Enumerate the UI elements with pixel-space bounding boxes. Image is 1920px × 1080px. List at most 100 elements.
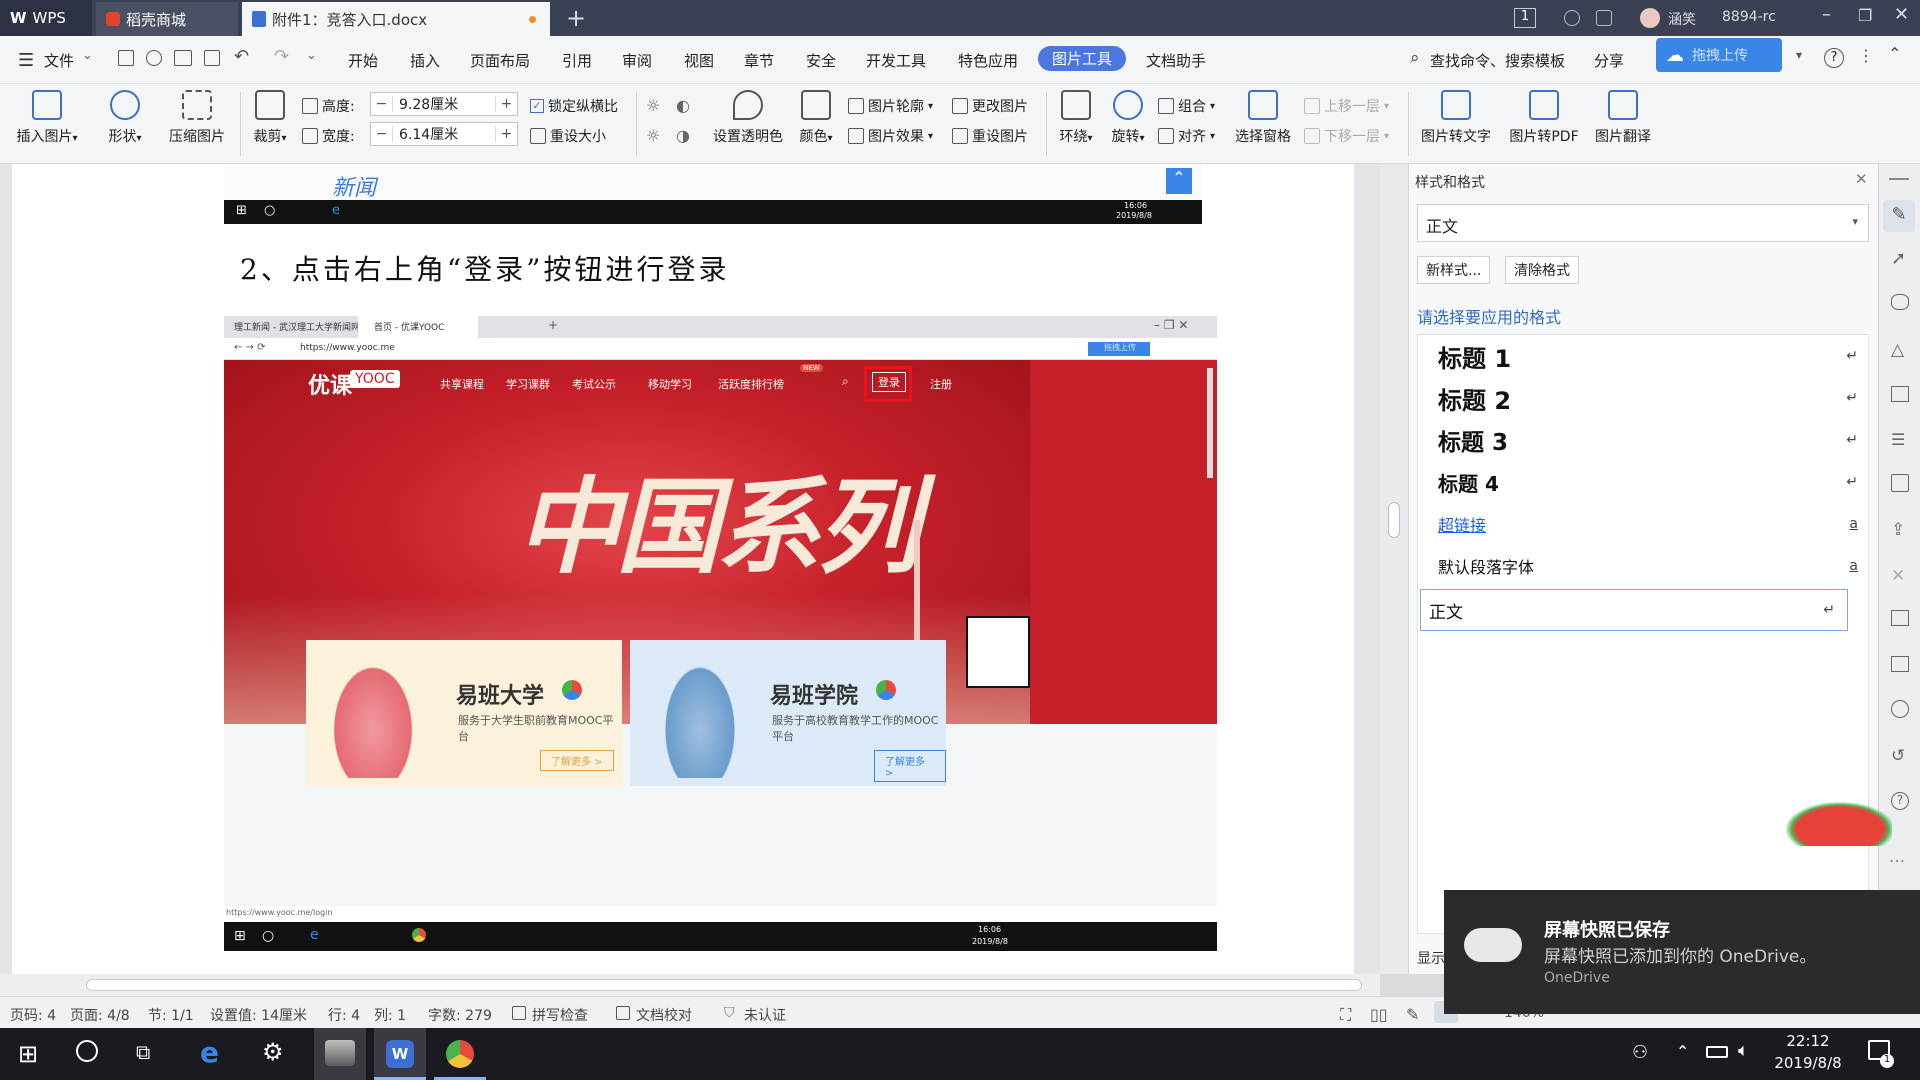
clear-format-button[interactable]: 清除格式 — [1505, 256, 1579, 284]
chevron-down-icon[interactable]: ⌄ — [82, 48, 93, 63]
tools-icon[interactable]: ✕ — [1891, 566, 1905, 586]
style-item-body[interactable]: 正文 ↵ — [1420, 589, 1848, 631]
height-increase-button[interactable]: + — [495, 96, 517, 112]
archive-icon[interactable] — [1891, 610, 1909, 626]
shapes-icon[interactable] — [1891, 294, 1909, 310]
reset-picture-button[interactable]: 重设图片 — [952, 126, 1028, 146]
current-style-select[interactable]: 正文 ▾ — [1417, 204, 1869, 242]
cortana-icon[interactable] — [76, 1040, 98, 1062]
windows-start-icon[interactable]: ⊞ — [18, 1040, 38, 1068]
new-style-button[interactable]: 新样式... — [1417, 256, 1491, 284]
embedded-screenshot[interactable]: 理工新闻 - 武汉理工大学新闻网 首页 - 优课YOOC + – ❐ ✕ ← →… — [224, 316, 1217, 951]
format-painter-icon[interactable] — [146, 50, 162, 66]
shape-button[interactable]: 形状▾ — [100, 90, 150, 146]
status-row[interactable]: 行: 4 — [328, 1005, 360, 1025]
picture-to-text-button[interactable]: 图片转文字 — [1416, 90, 1496, 146]
status-setting[interactable]: 设置值: 14厘米 — [210, 1005, 307, 1025]
history-icon[interactable]: ↺ — [1891, 746, 1905, 766]
style-item-heading-1[interactable]: 标题 1 ↵ — [1430, 335, 1870, 377]
bring-forward-button[interactable]: 上移一层 ▾ — [1304, 96, 1389, 116]
contrast-down-icon[interactable]: ◑ — [676, 126, 690, 145]
menu-insert[interactable]: 插入 — [410, 50, 440, 71]
download-icon[interactable] — [1891, 700, 1909, 718]
lock-ratio-checkbox[interactable]: ✓ 锁定纵横比 — [530, 96, 618, 116]
minimize-button[interactable]: – — [1822, 4, 1831, 25]
width-stepper[interactable]: −6.14厘米 + — [370, 122, 518, 146]
gear-icon[interactable]: ⚙ — [262, 1038, 284, 1066]
print-icon[interactable] — [174, 50, 192, 66]
group-button[interactable]: 组合 ▾ — [1158, 96, 1215, 116]
compress-button[interactable]: 压缩图片 — [164, 90, 230, 146]
settings-sliders-icon[interactable]: ☰ — [1891, 430, 1905, 449]
window-icon[interactable] — [1596, 10, 1612, 26]
share-icon[interactable]: ⇪ — [1891, 520, 1905, 540]
share-button[interactable]: 分享 — [1594, 50, 1624, 71]
edge-icon[interactable]: e — [200, 1036, 219, 1069]
selection-pane-button[interactable]: 选择窗格 — [1232, 90, 1294, 146]
help-icon[interactable]: ? — [1891, 792, 1909, 810]
style-item-default-font[interactable]: 默认段落字体 a — [1430, 545, 1870, 587]
menu-start[interactable]: 开始 — [348, 50, 378, 71]
change-picture-button[interactable]: 更改图片 — [952, 96, 1028, 116]
spell-check-button[interactable]: 拼写检查 — [532, 1005, 588, 1025]
picture-translate-button[interactable]: 图片翻译 — [1590, 90, 1656, 146]
close-panel-icon[interactable]: ✕ — [1855, 170, 1868, 188]
picture-effect-button[interactable]: 图片效果 ▾ — [848, 126, 933, 146]
more-dots-icon[interactable]: ··· — [1889, 852, 1905, 872]
undo-icon[interactable]: ↶ — [234, 46, 249, 67]
style-item-heading-3[interactable]: 标题 3 ↵ — [1430, 419, 1870, 461]
clock-time[interactable]: 22:12 — [1778, 1032, 1838, 1050]
menu-special[interactable]: 特色应用 — [958, 50, 1018, 71]
history-icon[interactable] — [1564, 10, 1580, 26]
menu-file[interactable]: 文件 — [44, 50, 74, 71]
picture-to-pdf-button[interactable]: 图片转PDF — [1504, 90, 1584, 146]
close-button[interactable]: ✕ — [1894, 4, 1909, 25]
watermelon-mascot[interactable] — [1762, 790, 1892, 846]
brightness-up-icon[interactable]: ☼ — [646, 96, 660, 115]
document-page[interactable]: 新闻 ⌃ ⊞ ○ e 16:06 2019/8/8 2、点击右上角“登录”按钮进… — [12, 164, 1354, 974]
horizontal-scroll-thumb[interactable] — [86, 979, 1362, 991]
picture-outline-button[interactable]: 图片轮廓 ▾ — [848, 96, 933, 116]
fullscreen-icon[interactable]: ⛶ — [1340, 1005, 1351, 1025]
save-icon[interactable] — [118, 50, 134, 66]
align-button[interactable]: 对齐 ▾ — [1158, 126, 1215, 146]
search-icon[interactable]: ⌕ — [1410, 48, 1420, 68]
menu-lines-icon[interactable] — [1889, 178, 1909, 180]
command-search[interactable]: 查找命令、搜索模板 — [1430, 50, 1565, 71]
print-preview-icon[interactable] — [204, 50, 220, 66]
maximize-button[interactable]: ❐ — [1858, 6, 1872, 25]
contrast-up-icon[interactable]: ◐ — [676, 96, 690, 115]
width-increase-button[interactable]: + — [495, 126, 517, 142]
menu-view[interactable]: 视图 — [684, 50, 714, 71]
menu-chapter[interactable]: 章节 — [744, 50, 774, 71]
menu-developer[interactable]: 开发工具 — [866, 50, 926, 71]
menu-picture-tools[interactable]: 图片工具 — [1038, 46, 1127, 71]
volume-icon[interactable]: 🔈︎ — [1738, 1040, 1749, 1061]
status-page[interactable]: 页面: 4/8 — [70, 1005, 130, 1025]
new-tab-button[interactable]: + — [566, 4, 586, 32]
clock-date[interactable]: 2019/8/8 — [1770, 1054, 1846, 1072]
horizontal-scrollbar[interactable] — [0, 974, 1380, 996]
read-mode-icon[interactable]: ▯▯ — [1370, 1005, 1388, 1024]
menu-layout[interactable]: 页面布局 — [470, 50, 530, 71]
user-name[interactable]: 涵笑 — [1668, 9, 1696, 29]
cloud-warning-icon[interactable]: △ — [1891, 340, 1904, 360]
taskbar-app-media[interactable] — [314, 1028, 366, 1080]
show-label[interactable]: 显示 — [1417, 948, 1445, 968]
menu-doc-assistant[interactable]: 文档助手 — [1146, 50, 1206, 71]
height-stepper[interactable]: −9.28厘米 + — [370, 92, 518, 116]
wrap-button[interactable]: 环绕▾ — [1054, 90, 1098, 146]
transparent-color-button[interactable]: 设置透明色 — [708, 90, 788, 146]
redo-icon[interactable]: ↷ — [274, 46, 289, 67]
color-button[interactable]: 颜色▾ — [794, 90, 838, 146]
status-word-count[interactable]: 字数: 279 — [428, 1005, 492, 1025]
style-item-heading-4[interactable]: 标题 4 ↵ — [1430, 461, 1870, 503]
brightness-down-icon[interactable]: ☼ — [646, 126, 660, 145]
style-brush-icon[interactable]: ✎ — [1883, 200, 1915, 232]
table-icon[interactable] — [1891, 386, 1909, 402]
upload-widget[interactable]: ☁ 拖拽上传 — [1656, 38, 1782, 72]
tab-store[interactable]: 稻壳商城 — [96, 2, 238, 36]
more-icon[interactable]: ⋮ — [1858, 46, 1874, 65]
task-view-icon[interactable]: ⧉ — [136, 1040, 150, 1064]
vertical-scrollbar[interactable] — [1380, 164, 1408, 974]
